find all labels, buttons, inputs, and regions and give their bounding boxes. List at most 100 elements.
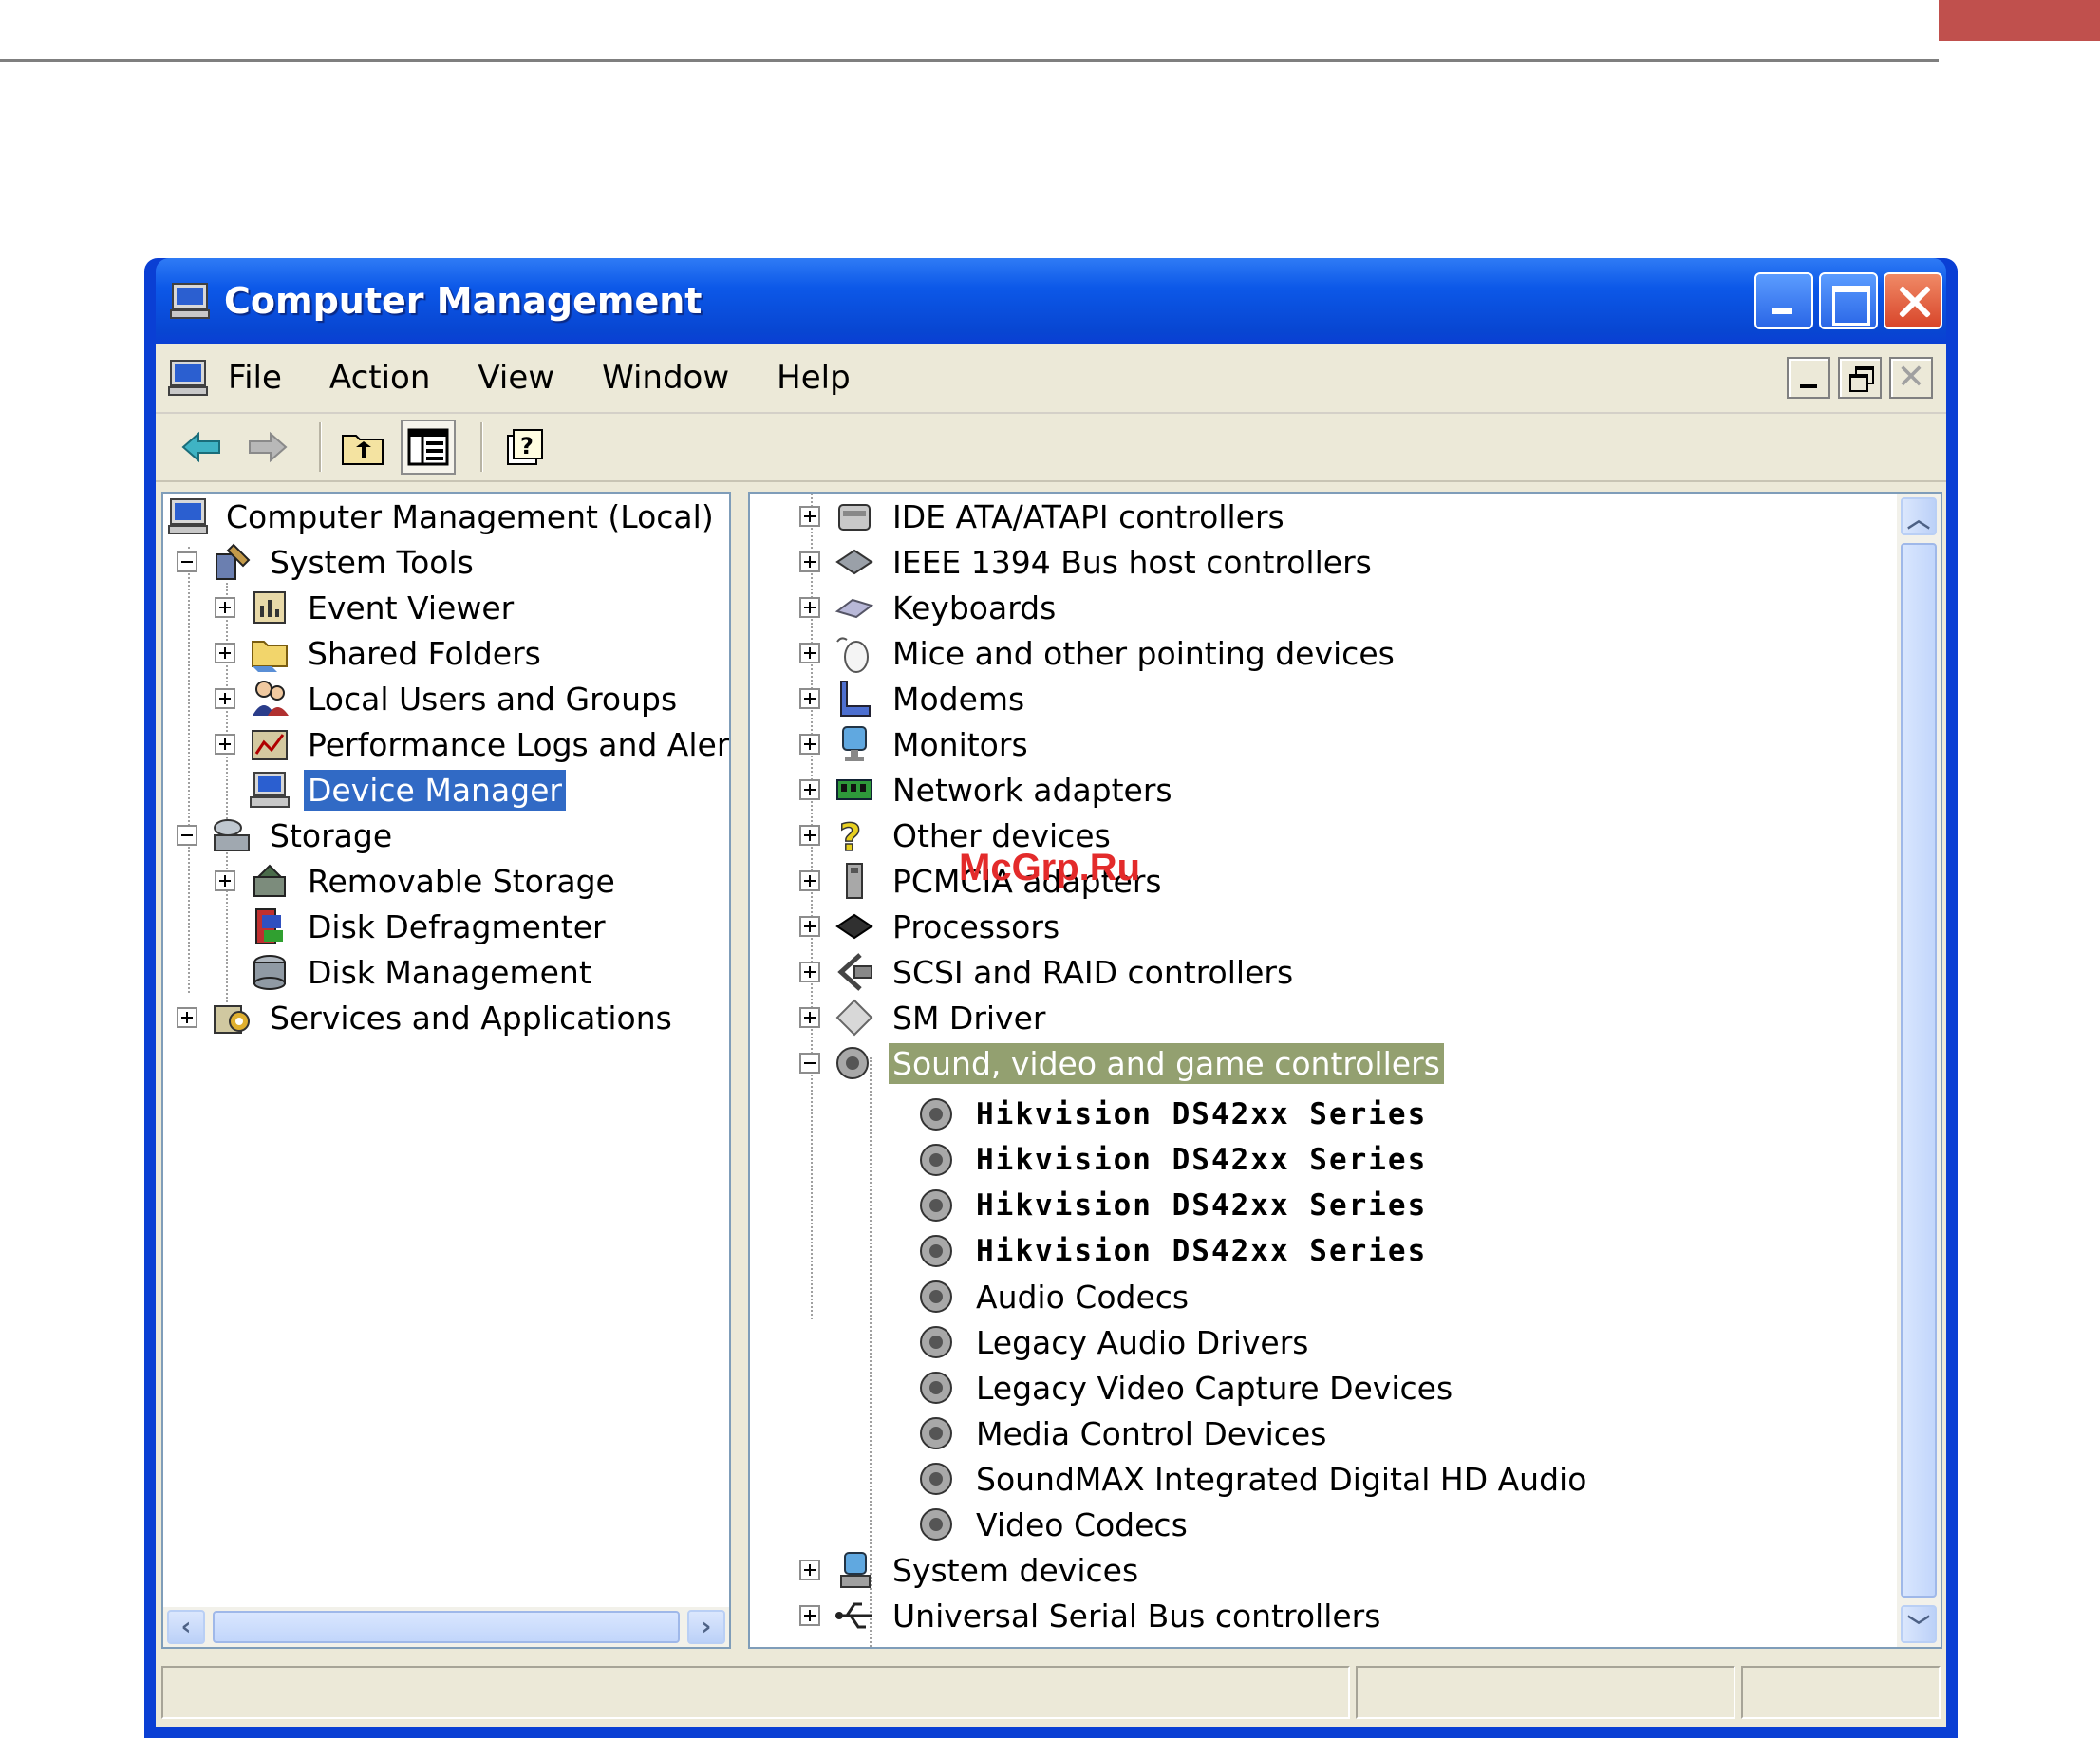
- expand-toggle[interactable]: [215, 734, 235, 755]
- collapse-toggle[interactable]: [177, 551, 197, 572]
- device-category-sm-driver[interactable]: SM Driver: [799, 995, 1049, 1040]
- scroll-left-button[interactable]: ‹: [167, 1610, 205, 1644]
- tree-item-disk-defragmenter[interactable]: Disk Defragmenter: [249, 904, 609, 949]
- tree-item-system-tools[interactable]: System Tools: [177, 539, 478, 585]
- tree-item-event-viewer[interactable]: Event Viewer: [215, 585, 517, 630]
- collapse-toggle[interactable]: [799, 1053, 820, 1074]
- device-item-hikvision-2[interactable]: Hikvision DS42xx Series: [917, 1137, 1431, 1183]
- expand-toggle[interactable]: [215, 643, 235, 663]
- menu-action[interactable]: Action: [329, 359, 430, 397]
- device-category-label: Monitors: [892, 725, 1028, 763]
- device-list-pane[interactable]: IDE ATA/ATAPI controllers IEEE 1394 Bus …: [748, 492, 1942, 1649]
- processor-icon: [835, 913, 873, 940]
- expand-toggle[interactable]: [799, 597, 820, 618]
- help-button[interactable]: ?: [497, 420, 553, 475]
- menu-file[interactable]: File: [228, 359, 282, 397]
- device-category-monitors[interactable]: Monitors: [799, 721, 1032, 767]
- child-close-button[interactable]: ✕: [1889, 357, 1933, 399]
- expand-toggle[interactable]: [799, 916, 820, 937]
- show-hide-console-tree-button[interactable]: [401, 420, 456, 475]
- device-category-label: SM Driver: [892, 999, 1046, 1037]
- horizontal-scroll-thumb[interactable]: [213, 1611, 680, 1643]
- toolbar-separator: [480, 422, 482, 472]
- collapse-toggle[interactable]: [177, 825, 197, 846]
- menu-view[interactable]: View: [478, 359, 554, 397]
- computer-management-icon[interactable]: [167, 357, 209, 399]
- menu-help[interactable]: Help: [777, 359, 851, 397]
- device-item-soundmax[interactable]: SoundMAX Integrated Digital HD Audio: [917, 1456, 1590, 1502]
- device-item-hikvision-3[interactable]: Hikvision DS42xx Series: [917, 1183, 1431, 1228]
- expand-toggle[interactable]: [799, 870, 820, 891]
- scroll-up-button[interactable]: ︿: [1901, 497, 1937, 535]
- up-one-level-button[interactable]: [336, 420, 391, 475]
- device-category-network-adapters[interactable]: Network adapters: [799, 767, 1176, 813]
- tree-item-shared-folders[interactable]: Shared Folders: [215, 630, 545, 676]
- tree-item-computer-management-local[interactable]: Computer Management (Local): [167, 494, 718, 539]
- expand-toggle[interactable]: [215, 688, 235, 709]
- device-item-audio-codecs[interactable]: Audio Codecs: [917, 1274, 1192, 1319]
- expand-toggle[interactable]: [799, 1007, 820, 1028]
- tree-item-label: Local Users and Groups: [308, 680, 678, 718]
- menu-bar: File Action View Window Help ✕: [156, 344, 1946, 414]
- tree-item-performance-logs[interactable]: Performance Logs and Alerts: [215, 721, 731, 767]
- maximize-button[interactable]: [1819, 272, 1878, 329]
- expand-toggle[interactable]: [799, 962, 820, 982]
- scroll-right-button[interactable]: ›: [687, 1610, 725, 1644]
- vertical-scroll-thumb[interactable]: [1901, 543, 1937, 1598]
- expand-toggle[interactable]: [177, 1007, 197, 1028]
- expand-toggle[interactable]: [799, 551, 820, 572]
- tree-item-removable-storage[interactable]: Removable Storage: [215, 858, 619, 904]
- device-category-keyboards[interactable]: Keyboards: [799, 585, 1059, 630]
- expand-toggle[interactable]: [799, 643, 820, 663]
- tree-item-services-applications[interactable]: Services and Applications: [177, 995, 676, 1040]
- forward-button[interactable]: [239, 420, 294, 475]
- device-item-hikvision-4[interactable]: Hikvision DS42xx Series: [917, 1228, 1431, 1274]
- expand-toggle[interactable]: [215, 597, 235, 618]
- device-item-video-codecs[interactable]: Video Codecs: [917, 1502, 1191, 1547]
- device-item-media-control[interactable]: Media Control Devices: [917, 1411, 1330, 1456]
- device-category-ieee1394[interactable]: IEEE 1394 Bus host controllers: [799, 539, 1376, 585]
- device-category-modems[interactable]: Modems: [799, 676, 1028, 721]
- device-item-legacy-audio-drivers[interactable]: Legacy Audio Drivers: [917, 1319, 1312, 1365]
- pane-splitter[interactable]: [731, 492, 748, 1649]
- expand-toggle[interactable]: [799, 1605, 820, 1626]
- child-minimize-button[interactable]: [1787, 357, 1830, 399]
- menu-window[interactable]: Window: [602, 359, 729, 397]
- console-tree-pane[interactable]: Computer Management (Local) System Tools…: [161, 492, 731, 1649]
- device-category-system-devices[interactable]: System devices: [799, 1547, 1142, 1593]
- speaker-icon: [920, 1326, 952, 1358]
- back-button[interactable]: [175, 420, 230, 475]
- speaker-icon: [920, 1417, 952, 1449]
- close-button[interactable]: [1884, 272, 1942, 329]
- device-item-label: Media Control Devices: [976, 1414, 1327, 1452]
- expand-toggle[interactable]: [215, 870, 235, 891]
- device-item-hikvision-1[interactable]: Hikvision DS42xx Series: [917, 1092, 1431, 1137]
- device-category-processors[interactable]: Processors: [799, 904, 1063, 949]
- minimize-button[interactable]: [1754, 272, 1813, 329]
- device-category-sound-video-game[interactable]: Sound, video and game controllers: [799, 1040, 1444, 1086]
- expand-toggle[interactable]: [799, 825, 820, 846]
- expand-toggle[interactable]: [799, 779, 820, 800]
- device-category-mice[interactable]: Mice and other pointing devices: [799, 630, 1398, 676]
- child-restore-button[interactable]: [1838, 357, 1882, 399]
- expand-toggle[interactable]: [799, 1560, 820, 1580]
- tree-item-label: Performance Logs and Alerts: [308, 725, 731, 763]
- device-category-usb-controllers[interactable]: Universal Serial Bus controllers: [799, 1593, 1384, 1638]
- device-item-legacy-video-capture[interactable]: Legacy Video Capture Devices: [917, 1365, 1456, 1411]
- title-bar[interactable]: Computer Management: [156, 258, 1946, 344]
- vertical-scrollbar[interactable]: ︿ ﹀: [1897, 494, 1941, 1647]
- panes-container: Computer Management (Local) System Tools…: [156, 484, 1946, 1649]
- expand-toggle[interactable]: [799, 688, 820, 709]
- tree-item-disk-management[interactable]: Disk Management: [249, 949, 595, 995]
- device-category-ide[interactable]: IDE ATA/ATAPI controllers: [799, 494, 1288, 539]
- tree-item-storage[interactable]: Storage: [177, 813, 396, 858]
- tree-item-label: Shared Folders: [308, 634, 541, 672]
- horizontal-scrollbar[interactable]: ‹ ›: [163, 1607, 729, 1647]
- scroll-down-button[interactable]: ﹀: [1901, 1605, 1937, 1643]
- tree-item-label: Services and Applications: [270, 999, 672, 1037]
- expand-toggle[interactable]: [799, 734, 820, 755]
- tree-item-local-users-groups[interactable]: Local Users and Groups: [215, 676, 681, 721]
- device-category-scsi-raid[interactable]: SCSI and RAID controllers: [799, 949, 1297, 995]
- expand-toggle[interactable]: [799, 506, 820, 527]
- tree-item-device-manager[interactable]: Device Manager: [249, 767, 566, 813]
